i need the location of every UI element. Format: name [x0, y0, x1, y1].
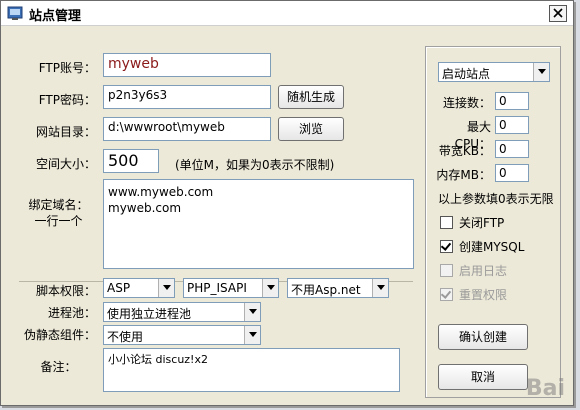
bandwidth-input[interactable]: 0	[495, 140, 529, 158]
domain-label-line1: 绑定域名：	[28, 198, 89, 212]
site-manager-dialog: 站点管理 FTP账号： myweb FTP密码： p2n3y6s3 随机生成 网…	[0, 0, 574, 406]
enable-log-checkbox[interactable]: 启用日志	[440, 262, 507, 279]
space-size-note: (单位M，如果为0表示不限制)	[175, 158, 335, 172]
select-value: ASP	[107, 281, 131, 295]
domain-line: myweb.com	[108, 201, 182, 215]
checkmark-icon	[440, 288, 452, 299]
chevron-down-icon	[244, 326, 260, 344]
ftp-account-input[interactable]: myweb	[103, 53, 271, 77]
random-generate-button[interactable]: 随机生成	[278, 85, 344, 109]
memory-input[interactable]: 0	[495, 164, 529, 182]
script-perm-label: 脚本权限：	[35, 284, 96, 298]
remark-label: 备注：	[40, 360, 77, 374]
script-asp-select[interactable]: ASP	[103, 278, 175, 298]
checkbox-box	[440, 240, 453, 253]
pool-select[interactable]: 使用独立进程池	[103, 302, 261, 322]
rewrite-select[interactable]: 不使用	[103, 325, 261, 345]
remark-textarea[interactable]: 小小论坛 discuz!x2	[103, 348, 400, 392]
ftp-account-label: FTP账号：	[38, 61, 96, 75]
start-site-select[interactable]: 启动站点	[438, 62, 550, 82]
checkbox-box	[440, 216, 453, 229]
browse-button[interactable]: 浏览	[278, 117, 344, 141]
connections-input[interactable]: 0	[495, 92, 529, 110]
bandwidth-label: 带宽KB：	[438, 144, 491, 158]
connections-label: 连接数：	[442, 96, 491, 110]
memory-label: 内存MB：	[436, 168, 491, 182]
confirm-create-button[interactable]: 确认创建	[438, 324, 528, 350]
enable-log-label: 启用日志	[459, 264, 508, 278]
close-button[interactable]	[549, 5, 567, 22]
reset-perm-checkbox[interactable]: 重置权限	[440, 286, 507, 303]
script-aspnet-select[interactable]: 不用Asp.net	[287, 278, 389, 298]
select-value: 不用Asp.net	[291, 283, 361, 297]
max-cpu-input[interactable]: 0	[495, 116, 529, 134]
pool-label: 进程池：	[47, 306, 96, 320]
space-size-label: 空间大小：	[35, 157, 96, 171]
site-dir-input[interactable]: d:\wwwroot\myweb	[103, 117, 271, 141]
app-icon	[7, 6, 23, 20]
reset-perm-label: 重置权限	[459, 288, 508, 302]
ftp-password-input[interactable]: p2n3y6s3	[103, 85, 271, 109]
chevron-down-icon	[372, 279, 388, 297]
create-mysql-checkbox[interactable]: 创建MYSQL	[440, 238, 524, 255]
script-php-select[interactable]: PHP_ISAPI	[183, 278, 279, 298]
title-bar: 站点管理	[1, 1, 573, 26]
domain-line: www.myweb.com	[108, 185, 214, 199]
close-icon	[553, 8, 563, 18]
checkmark-icon	[440, 240, 452, 251]
chevron-down-icon	[262, 279, 278, 297]
ftp-password-label: FTP密码：	[38, 93, 96, 107]
checkbox-box	[440, 264, 453, 277]
dialog-body: FTP账号： myweb FTP密码： p2n3y6s3 随机生成 网站目录： …	[1, 26, 573, 405]
chevron-down-icon	[533, 63, 549, 81]
domain-label-line2: 一行一个	[34, 214, 83, 228]
select-value: 使用独立进程池	[107, 307, 192, 321]
watermark: Bai	[525, 376, 565, 401]
select-value: PHP_ISAPI	[187, 281, 247, 295]
site-dir-label: 网站目录：	[35, 125, 96, 139]
chevron-down-icon	[158, 279, 174, 297]
close-ftp-checkbox[interactable]: 关闭FTP	[440, 214, 504, 231]
chevron-down-icon	[244, 303, 260, 321]
rewrite-label: 伪静态组件：	[23, 328, 96, 342]
select-value: 不使用	[107, 330, 144, 344]
close-ftp-label: 关闭FTP	[459, 216, 505, 230]
cancel-button[interactable]: 取消	[438, 364, 528, 390]
checkbox-box	[440, 288, 453, 301]
select-value: 启动站点	[442, 67, 491, 81]
space-size-input[interactable]: 500	[103, 149, 159, 173]
create-mysql-label: 创建MYSQL	[459, 240, 525, 254]
domain-textarea[interactable]: www.myweb.com myweb.com	[103, 179, 414, 269]
params-note: 以上参数填0表示无限	[438, 192, 554, 206]
window-title: 站点管理	[29, 9, 82, 24]
